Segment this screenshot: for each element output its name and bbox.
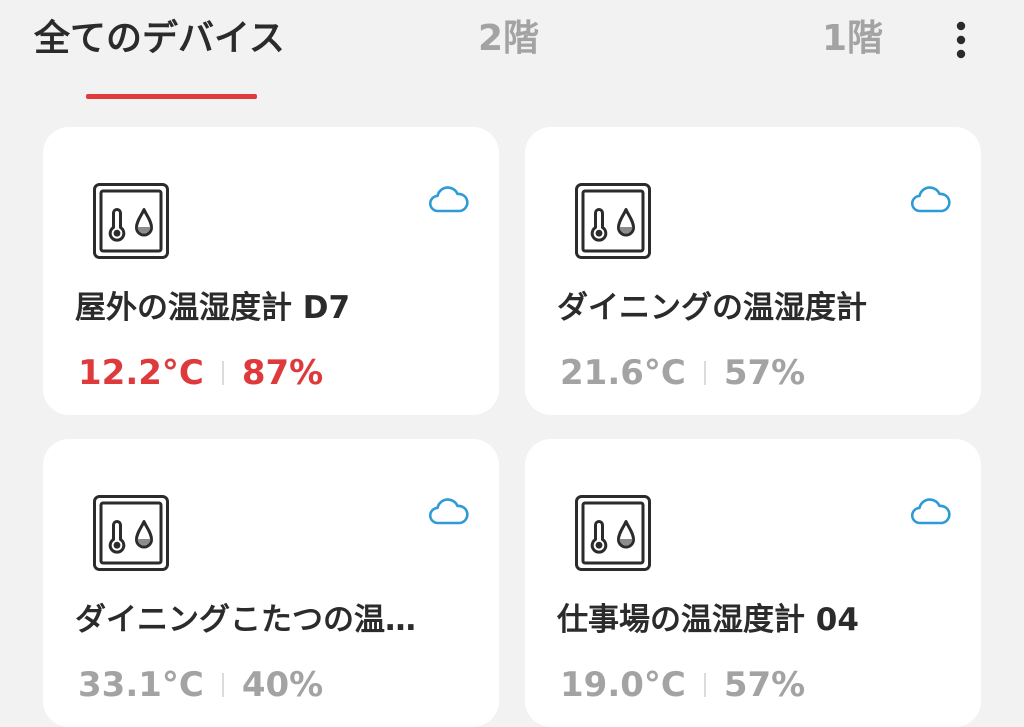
humidity-value: 87% (241, 353, 324, 393)
thermo-hygrometer-icon (93, 495, 169, 571)
temperature-value: 21.6°C (560, 353, 686, 393)
device-readings: 12.2°C 87% (78, 349, 323, 397)
device-readings: 19.0°C 57% (560, 661, 805, 709)
floor-tab-bar: 全てのデバイス 2階 1階 (0, 0, 1024, 100)
thermo-hygrometer-icon (575, 495, 651, 571)
device-name: ダイニングの温湿度計 (557, 290, 867, 326)
device-name: 仕事場の温湿度計 04 (557, 602, 859, 638)
reading-divider (221, 673, 224, 697)
active-tab-indicator (86, 94, 257, 99)
device-card[interactable]: 屋外の温湿度計 D7 12.2°C 87% (43, 127, 499, 415)
temperature-value: 19.0°C (560, 665, 686, 705)
reading-divider (703, 361, 706, 385)
tab-2f[interactable]: 2階 (478, 16, 539, 62)
device-readings: 33.1°C 40% (78, 661, 323, 709)
cloud-icon (428, 497, 470, 527)
more-menu-button[interactable] (944, 18, 978, 62)
humidity-value: 57% (723, 665, 806, 705)
reading-divider (703, 673, 706, 697)
reading-divider (221, 361, 224, 385)
thermo-hygrometer-icon (93, 183, 169, 259)
temperature-value: 12.2°C (78, 353, 204, 393)
vertical-ellipsis-icon (956, 21, 966, 59)
thermo-hygrometer-icon (575, 183, 651, 259)
device-name: ダイニングこたつの温… (75, 602, 416, 638)
temperature-value: 33.1°C (78, 665, 204, 705)
cloud-icon (910, 185, 952, 215)
device-card[interactable]: 仕事場の温湿度計 04 19.0°C 57% (525, 439, 981, 727)
device-card[interactable]: ダイニングこたつの温… 33.1°C 40% (43, 439, 499, 727)
tab-all-devices[interactable]: 全てのデバイス (34, 16, 285, 62)
humidity-value: 57% (723, 353, 806, 393)
device-card[interactable]: ダイニングの温湿度計 21.6°C 57% (525, 127, 981, 415)
cloud-icon (428, 185, 470, 215)
humidity-value: 40% (241, 665, 324, 705)
tab-1f[interactable]: 1階 (822, 16, 883, 62)
cloud-icon (910, 497, 952, 527)
device-name: 屋外の温湿度計 D7 (75, 290, 351, 326)
device-readings: 21.6°C 57% (560, 349, 805, 397)
